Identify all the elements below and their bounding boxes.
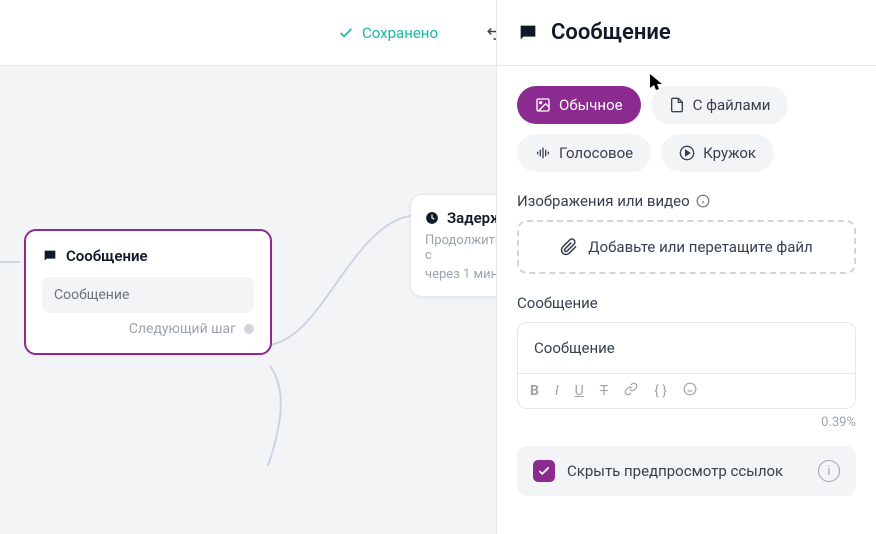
media-section-label: Изображения или видео xyxy=(517,192,856,210)
panel-body: Обычное С файлами Голосовое Кружок Изобр… xyxy=(497,66,876,534)
node-message-body: Сообщение xyxy=(42,277,254,313)
audio-icon xyxy=(535,145,551,161)
message-section-label: Сообщение xyxy=(517,294,856,312)
emoji-button[interactable] xyxy=(683,382,697,400)
strike-button[interactable]: T xyxy=(600,383,608,399)
pill-files[interactable]: С файлами xyxy=(651,86,789,124)
cursor-icon xyxy=(650,74,664,92)
hide-preview-label: Скрыть предпросмотр ссылок xyxy=(567,462,806,480)
node-delay-line1: Продолжить с xyxy=(425,233,496,263)
info-icon[interactable]: i xyxy=(818,460,840,482)
side-panel: Сообщение Обычное С файлами Голосовое Кр… xyxy=(496,0,876,534)
pill-normal[interactable]: Обычное xyxy=(517,86,641,124)
pill-circle[interactable]: Кружок xyxy=(661,134,774,172)
node-message[interactable]: Сообщение Сообщение Следующий шаг xyxy=(24,229,272,355)
check-icon xyxy=(338,25,354,41)
message-editor: Сообщение B I U T { } xyxy=(517,322,856,409)
variable-button[interactable]: { } xyxy=(654,383,667,399)
clock-icon xyxy=(425,211,439,225)
node-delay[interactable]: Задерж Продолжить с через 1 мину xyxy=(410,194,496,297)
node-next-step[interactable]: Следующий шаг xyxy=(42,321,254,337)
link-button[interactable] xyxy=(624,382,638,400)
panel-title: Сообщение xyxy=(551,20,671,45)
connector-dot-icon[interactable] xyxy=(244,324,254,334)
saved-indicator: Сохранено xyxy=(338,24,438,42)
pill-voice[interactable]: Голосовое xyxy=(517,134,651,172)
editor-toolbar: B I U T { } xyxy=(518,373,855,408)
message-type-pills: Обычное С файлами Голосовое Кружок xyxy=(517,86,856,172)
node-message-title: Сообщение xyxy=(42,247,254,265)
node-delay-title: Задерж xyxy=(425,209,496,227)
italic-button[interactable]: I xyxy=(555,383,559,399)
check-icon xyxy=(537,464,551,478)
saved-label: Сохранено xyxy=(362,24,438,42)
message-icon xyxy=(42,248,58,264)
info-icon[interactable] xyxy=(696,194,710,208)
underline-button[interactable]: U xyxy=(575,383,584,399)
file-icon xyxy=(669,97,685,113)
hide-preview-option[interactable]: Скрыть предпросмотр ссылок i xyxy=(517,446,856,496)
paperclip-icon xyxy=(560,238,578,256)
file-dropzone[interactable]: Добавьте или перетащите файл xyxy=(517,220,856,274)
play-circle-icon xyxy=(679,145,695,161)
char-percent: 0.39% xyxy=(517,415,856,430)
bold-button[interactable]: B xyxy=(530,383,539,399)
message-textarea[interactable]: Сообщение xyxy=(518,323,855,373)
hide-preview-checkbox[interactable] xyxy=(533,460,555,482)
panel-header: Сообщение xyxy=(497,0,876,66)
node-delay-line2: через 1 мину xyxy=(425,267,496,282)
flow-canvas[interactable]: Сообщение Сообщение Следующий шаг Задерж… xyxy=(0,66,496,534)
image-icon xyxy=(535,97,551,113)
message-icon xyxy=(517,22,539,44)
